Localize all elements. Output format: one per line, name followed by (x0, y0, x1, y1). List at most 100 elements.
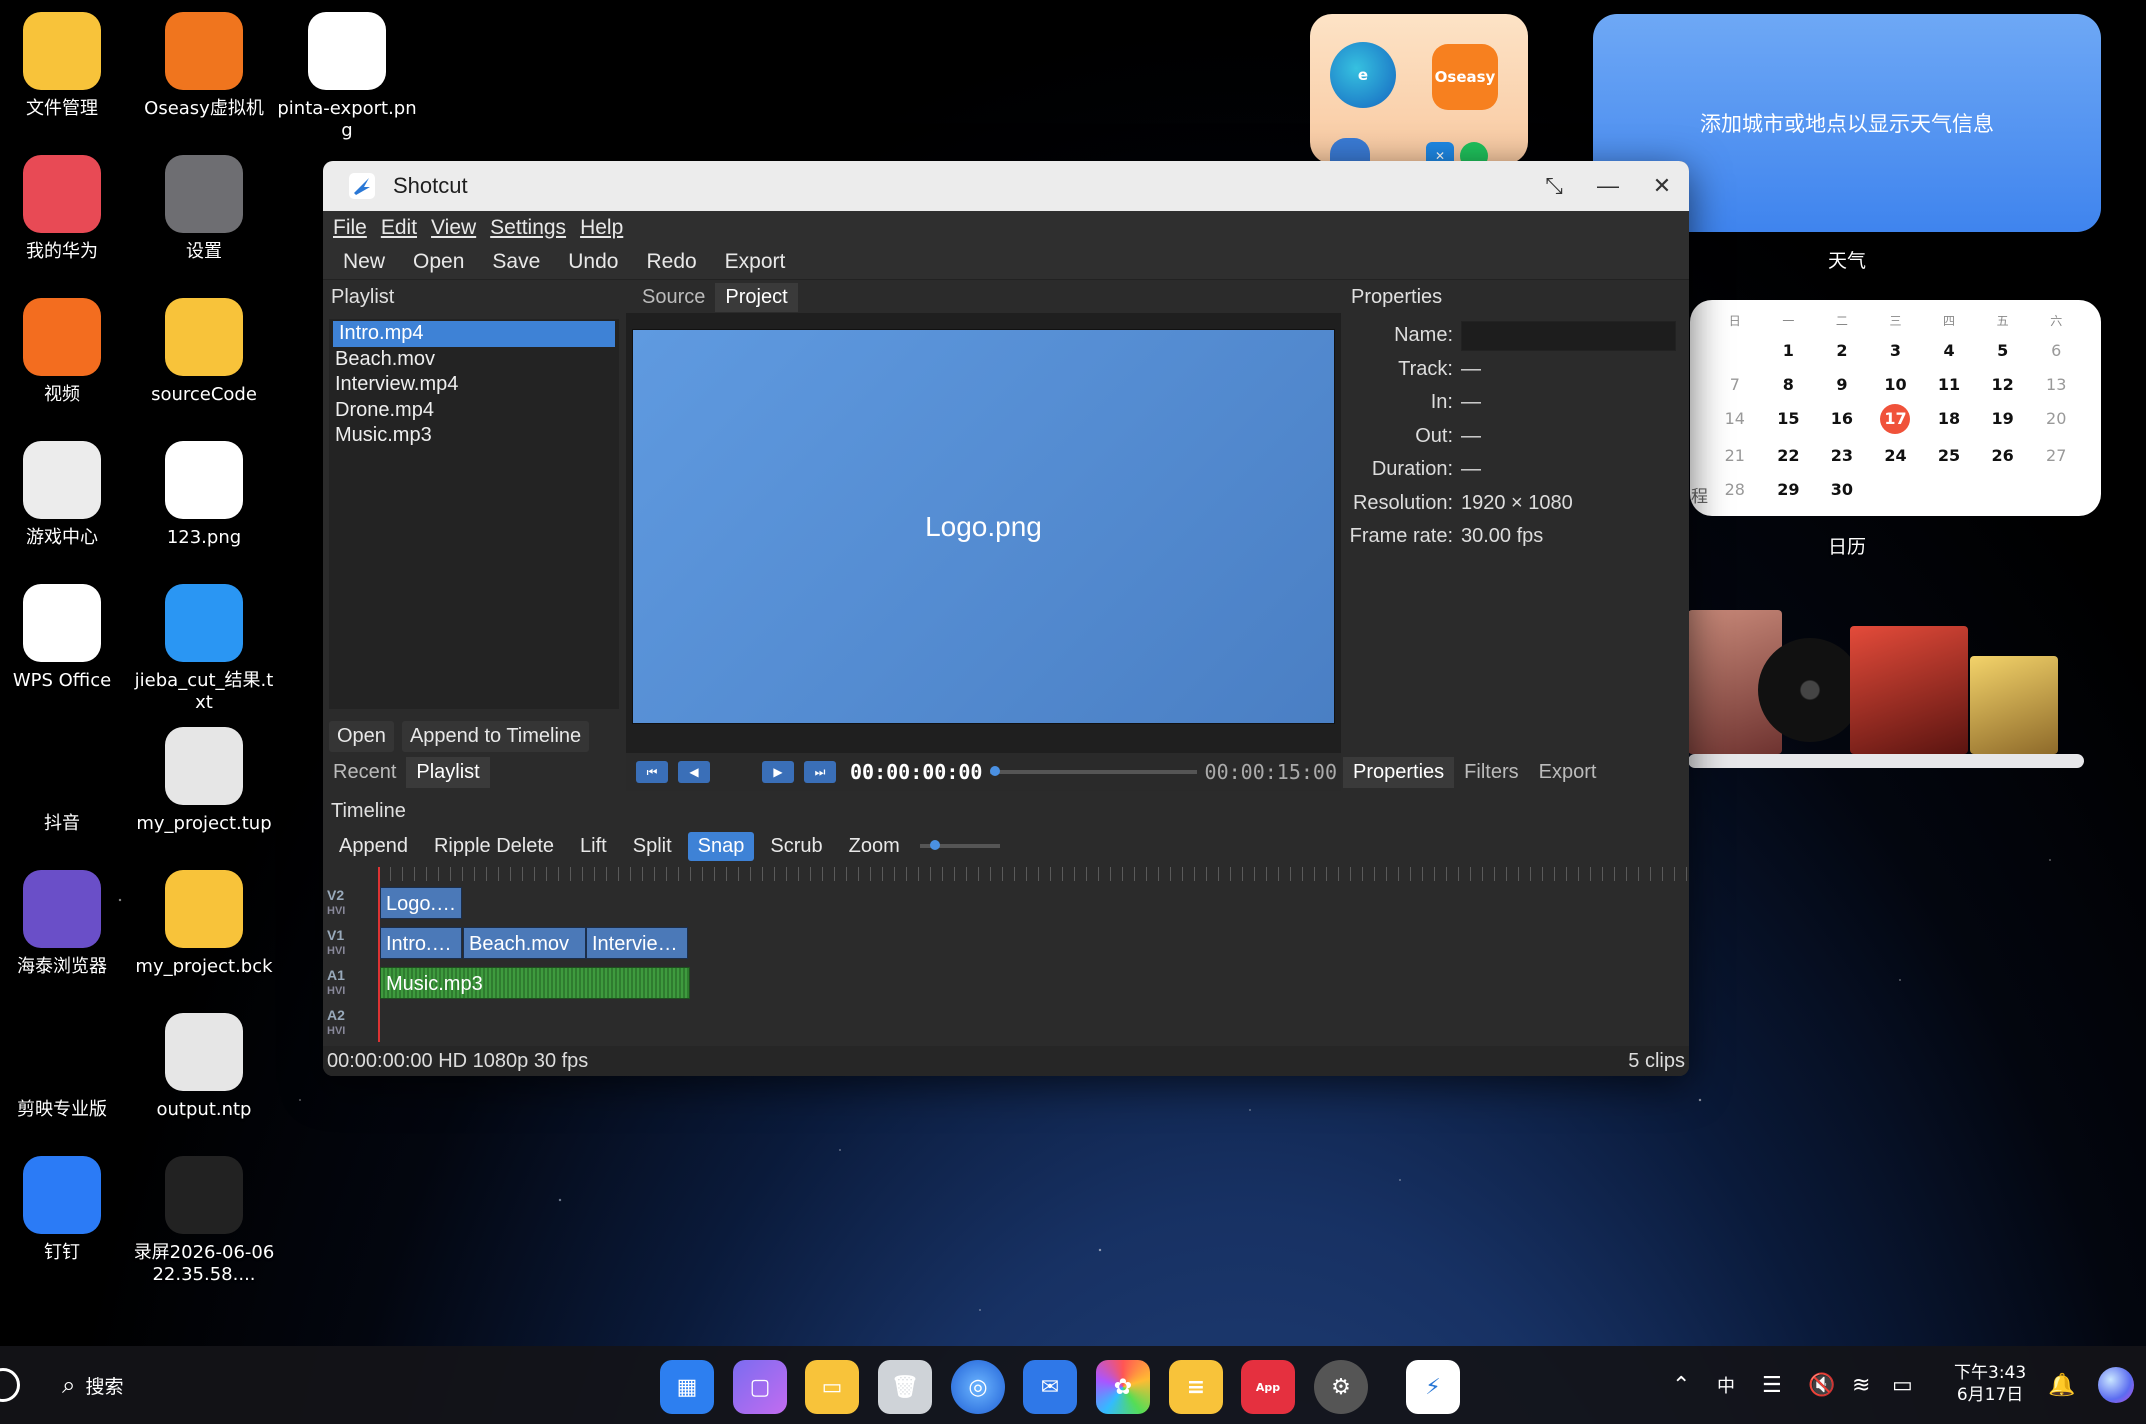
properties-tab-properties[interactable]: Properties (1343, 757, 1455, 788)
calendar-today[interactable]: 17 (1880, 404, 1911, 434)
desktop-icon[interactable]: 游戏中心 (0, 429, 134, 559)
calendar-day[interactable]: 25 (1922, 444, 1976, 468)
desktop-icon[interactable]: sourceCode (132, 286, 276, 416)
playhead[interactable] (378, 867, 380, 1042)
timeline-clip[interactable]: Beach.mov (463, 927, 586, 959)
album-cover[interactable] (1970, 656, 2058, 754)
calendar-day[interactable]: 7 (1708, 373, 1762, 397)
tray-expand-icon[interactable]: ⌃ (1672, 1346, 1690, 1424)
timeline-clip[interactable]: Music.mp3 (380, 967, 690, 999)
calendar-day[interactable]: 1 (1762, 339, 1816, 363)
toolbar-new-button[interactable]: New (329, 248, 399, 276)
desktop-icon[interactable]: WPS Office (0, 572, 134, 702)
timeline-clip[interactable]: Logo.png (380, 887, 462, 919)
desktop-icon[interactable]: output.ntp (132, 1001, 276, 1131)
app-folder-widget[interactable]: e Oseasy ✕ (1310, 14, 1528, 164)
desktop-icon[interactable]: jieba_cut_结果.txt (132, 572, 276, 713)
calendar-day[interactable]: 20 (2029, 407, 2083, 431)
close-icon[interactable]: ✕ (1635, 161, 1689, 211)
input-method-icon[interactable]: 中 (1717, 1346, 1735, 1424)
desktop-icon[interactable]: 抖音 (0, 715, 134, 845)
wifi-icon[interactable]: ≋ (1852, 1346, 1870, 1424)
tab-recent[interactable]: Recent (323, 757, 406, 788)
desktop-icon[interactable]: 视频 (0, 286, 134, 416)
track-header[interactable]: A2 HVI (323, 1003, 375, 1043)
calendar-day[interactable]: 10 (1869, 373, 1923, 397)
desktop-icon[interactable]: 海泰浏览器 (0, 858, 134, 988)
menu-settings[interactable]: Settings (490, 216, 566, 240)
desktop-icon[interactable]: 设置 (132, 143, 276, 273)
calendar-day[interactable]: 15 (1762, 407, 1816, 431)
app-gallery-icon[interactable]: App (1241, 1360, 1295, 1414)
timeline-ripple-delete-button[interactable]: Ripple Delete (424, 832, 564, 861)
desktop-icon[interactable]: 剪映专业版 (0, 1001, 134, 1131)
calendar-day[interactable]: 8 (1762, 373, 1816, 397)
rewind-icon[interactable]: ◀ (678, 761, 710, 783)
timeline-clip[interactable]: Intro.mp4 (380, 927, 462, 959)
track-header[interactable]: A1 HVI (323, 963, 375, 1003)
calendar-day[interactable]: 27 (2029, 444, 2083, 468)
properties-tab-filters[interactable]: Filters (1454, 757, 1528, 788)
playlist-open-button[interactable]: Open (329, 721, 394, 752)
oseasy-store-icon[interactable]: Oseasy (1432, 44, 1498, 110)
calendar-day[interactable]: 19 (1976, 407, 2030, 431)
title-bar[interactable]: Shotcut ⤡ — ✕ (323, 161, 1689, 211)
calendar-day[interactable]: 28 (1708, 478, 1762, 502)
toolbar-open-button[interactable]: Open (399, 248, 478, 276)
desktop-icon[interactable]: 我的华为 (0, 143, 134, 273)
viewer-tab-source[interactable]: Source (632, 283, 715, 312)
desktop-icon[interactable]: pinta-export.png (275, 0, 419, 141)
battery-icon[interactable]: ▭ (1892, 1346, 1913, 1424)
calendar-day[interactable]: 18 (1922, 407, 1976, 431)
toolbar-export-button[interactable]: Export (711, 248, 800, 276)
timeline-track[interactable]: V1 HVI Intro.mp4Beach.movInterview.m... (323, 923, 1689, 963)
name-input[interactable] (1461, 320, 1676, 351)
toolbar-redo-button[interactable]: Redo (632, 248, 710, 276)
timeline-track[interactable]: A2 HVI (323, 1003, 1689, 1043)
calendar-day[interactable]: 6 (2029, 339, 2083, 363)
calendar-day[interactable]: 2 (1815, 339, 1869, 363)
calendar-day[interactable]: 26 (1976, 444, 2030, 468)
playlist-item[interactable]: Music.mp3 (329, 423, 619, 449)
playlist-item[interactable]: Beach.mov (329, 347, 619, 373)
tab-playlist[interactable]: Playlist (406, 757, 490, 788)
toolbar-undo-button[interactable]: Undo (554, 248, 632, 276)
timeline-lift-button[interactable]: Lift (570, 832, 617, 861)
calendar-day[interactable]: 3 (1869, 339, 1923, 363)
settings-gear-icon[interactable]: ⚙ (1314, 1360, 1368, 1414)
calendar-day[interactable]: 4 (1922, 339, 1976, 363)
track-header[interactable]: V1 HVI (323, 923, 375, 963)
zoom-slider[interactable] (919, 840, 1000, 850)
timeline-clip[interactable]: Interview.m... (586, 927, 688, 959)
edge-browser-icon[interactable]: e (1330, 42, 1396, 108)
properties-tab-export[interactable]: Export (1529, 757, 1607, 788)
calendar-day[interactable]: 21 (1708, 444, 1762, 468)
notification-bell-icon[interactable]: 🔔 (2048, 1346, 2075, 1424)
calendar-day[interactable]: 30 (1815, 478, 1869, 502)
menu-view[interactable]: View (431, 216, 476, 240)
clipboard-icon[interactable]: ☰ (1762, 1346, 1782, 1424)
desktop-icon[interactable]: Oseasy虚拟机 (132, 0, 276, 130)
track-header[interactable]: V2 HVI (323, 883, 375, 923)
playlist-item[interactable]: Intro.mp4 (333, 321, 615, 347)
assistant-orb-icon[interactable] (2098, 1346, 2134, 1424)
menu-edit[interactable]: Edit (381, 216, 417, 240)
desktop-icon[interactable]: my_project.tup (132, 715, 276, 845)
calendar-day[interactable]: 29 (1762, 478, 1816, 502)
desktop-icon[interactable]: 录屏2026-06-06 22.35.58.... (132, 1144, 276, 1285)
calendar-day[interactable]: 11 (1922, 373, 1976, 397)
timeline-snap-button[interactable]: Snap (687, 831, 755, 861)
volume-muted-icon[interactable]: 🔇 (1808, 1346, 1835, 1424)
menu-help[interactable]: Help (580, 216, 623, 240)
taskbar-search[interactable]: ⌕ 搜索 (62, 1346, 123, 1424)
skip-to-start-icon[interactable]: ⏮ (636, 761, 668, 783)
calendar-day[interactable]: 12 (1976, 373, 2030, 397)
album-cover[interactable] (1850, 626, 1968, 754)
playlist-item[interactable]: Drone.mp4 (329, 398, 619, 424)
shotcut-window[interactable]: Shotcut ⤡ — ✕ File Edit View Settings Help N… (323, 161, 1689, 1076)
playlist-list[interactable]: Intro.mp4 Beach.mov Interview.mp4 Drone.mp4… (329, 319, 619, 709)
current-timecode[interactable]: 00:00:00:00 (850, 760, 982, 784)
shotcut-taskbar-icon[interactable]: ⚡ (1406, 1360, 1460, 1414)
notes-icon[interactable]: ≡ (1169, 1360, 1223, 1414)
timeline-ruler[interactable] (378, 867, 1689, 881)
